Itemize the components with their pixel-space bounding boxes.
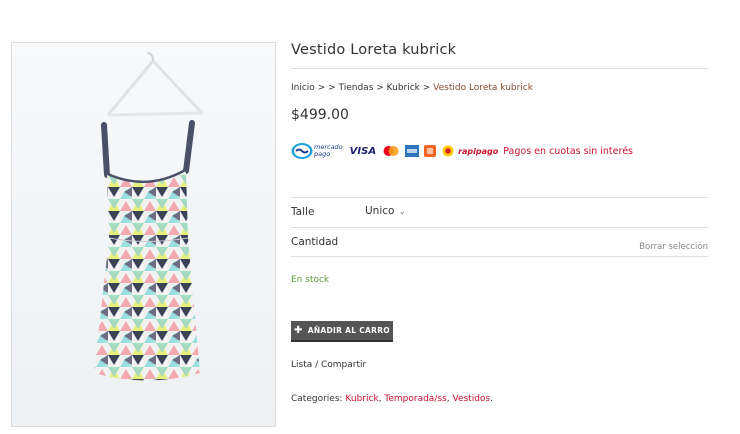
breadcrumb-kubrick[interactable]: Kubrick [387,83,420,93]
mastercard-icon [383,146,399,156]
breadcrumb-separator: > > [314,83,339,93]
amex-icon [405,145,420,157]
payment-methods: mercado pago VISA rapipago Pagos en cuot… [291,140,633,162]
chevron-down-icon: ⌄ [398,207,407,217]
category-link-temporada[interactable]: Temporada/ss [384,394,446,404]
category-link-vestidos[interactable]: Vestidos [452,394,490,404]
breadcrumb: Inicio > > Tiendas > Kubrick > Vestido L… [291,83,533,93]
rapipago-logo: rapipago [458,146,499,156]
dress-image [12,43,275,426]
product-title: Vestido Loreta kubrick [291,42,457,58]
breadcrumb-separator: > [373,83,387,93]
title-divider [291,68,708,69]
variations-divider [291,227,708,228]
wishlist-share-link[interactable]: Lista / Compartir [291,360,366,370]
breadcrumb-inicio[interactable]: Inicio [291,83,315,93]
product-categories: Categories: Kubrick, Temporada/ss, Vesti… [291,394,493,404]
cantidad-label: Cantidad [291,236,339,248]
talle-label: Talle [291,206,315,218]
handshake-icon [291,143,313,159]
add-to-cart-button[interactable]: ✚ AÑADIR AL CARRO [291,321,393,342]
naranja-icon [424,145,437,157]
variations-divider [291,197,708,198]
product-price: $499.00 [291,107,349,123]
mercadopago-logo: mercado pago [291,142,343,160]
mercadopago-text: pago [314,150,331,158]
plus-icon: ✚ [294,325,303,336]
installments-text: Pagos en cuotas sin interés [503,145,633,157]
category-link-kubrick[interactable]: Kubrick [345,394,378,404]
add-to-cart-label: AÑADIR AL CARRO [307,326,390,335]
visa-logo: VISA [349,145,377,157]
breadcrumb-current: Vestido Loreta kubrick [433,83,533,93]
breadcrumb-separator: > [419,83,434,93]
reset-variations-link[interactable]: Borrar selección [639,242,708,252]
breadcrumb-tiendas[interactable]: Tiendas [339,83,374,93]
product-image[interactable] [11,42,276,427]
stock-status: En stock [291,275,330,285]
pagofacil-icon [442,145,454,157]
talle-select[interactable]: Unico ⌄ [365,205,406,217]
categories-label: Categories: [291,394,343,404]
variations-divider [291,256,708,257]
talle-value: Unico [365,205,395,217]
